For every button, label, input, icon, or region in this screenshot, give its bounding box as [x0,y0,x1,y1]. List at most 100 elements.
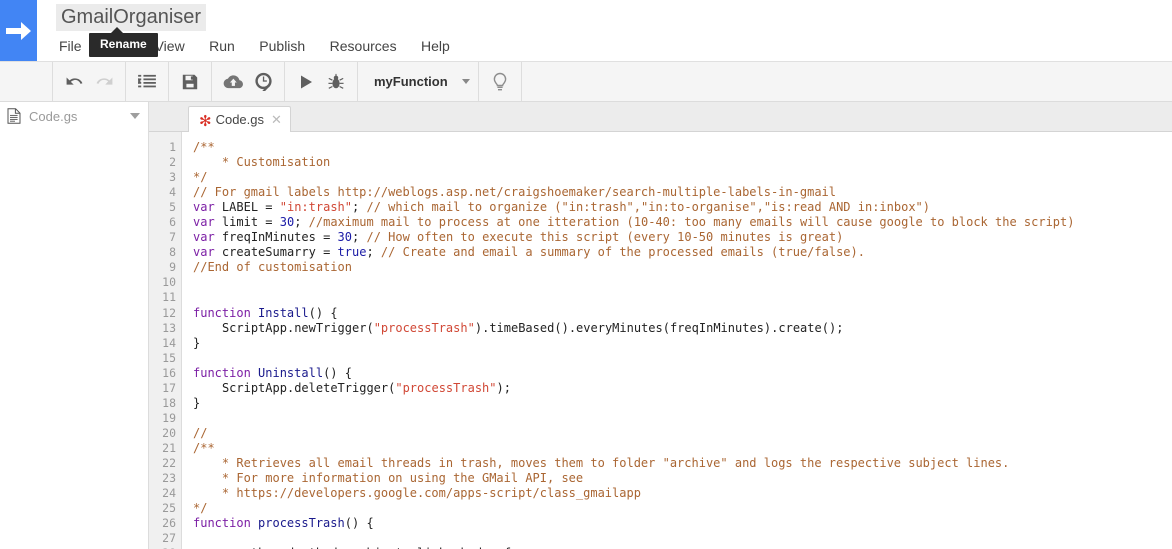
page-title[interactable]: GmailOrganiser [56,4,207,31]
sidebar-item-code-gs[interactable]: Code.gs [0,102,148,130]
line-number: 19 [162,410,176,425]
line-number: 8 [169,245,176,260]
line-number: 27 [162,531,176,546]
code-line: } [193,335,201,350]
function-selector[interactable]: myFunction [358,62,479,101]
menu-publish[interactable]: Publish [249,35,315,57]
lightbulb-icon[interactable] [485,67,515,97]
blue-arrow-logo[interactable] [0,0,37,61]
line-number: 4 [169,185,176,200]
line-number: 20 [162,425,176,440]
line-number: 23 [162,471,176,486]
menu-resources[interactable]: Resources [320,35,407,57]
code-line: */ [193,501,208,516]
code-content[interactable]: /** * Customisation */// For gmail labels… [182,132,1172,549]
line-number: 25 [162,501,176,516]
code-line: * https://developers.google.com/apps-scr… [193,486,641,501]
code-line: var LABEL = "in:trash"; // which mail to… [193,200,930,215]
toolbar-group-save [169,62,212,101]
rename-tooltip: Rename [89,27,158,57]
code-line: /** [193,440,215,455]
line-number: 15 [162,350,176,365]
menu-run[interactable]: Run [199,35,245,57]
clock-icon[interactable] [248,67,278,97]
line-number: 10 [162,275,176,290]
top-bar: GmailOrganiser File Edit View Run Publis… [0,0,1172,62]
menu-help[interactable]: Help [411,35,460,57]
close-icon[interactable]: ✕ [271,113,282,126]
unsaved-asterisk-icon: ✻ [199,112,212,130]
code-line: * Customisation [193,155,331,170]
toolbar-group-history [52,62,126,101]
line-number: 17 [162,380,176,395]
toolbar-group-tips [479,62,522,101]
line-number: 2 [169,155,176,170]
menu-file[interactable]: File [56,35,92,57]
redo-icon[interactable] [89,67,119,97]
line-number: 7 [169,230,176,245]
undo-icon[interactable] [59,67,89,97]
line-number: 6 [169,215,176,230]
code-editor[interactable]: 1 2 3 4 5 6 7 8 9 10 11 12 13 14 15 16 17 18 19 20 21 22 23 24 2… [149,132,1172,549]
line-number: 21 [162,440,176,455]
tooltip-arrow [111,27,123,33]
code-line: function Uninstall() { [193,365,352,380]
code-line: // For gmail labels http://weblogs.asp.n… [193,185,836,200]
line-number: 16 [162,365,176,380]
indent-icon[interactable] [132,67,162,97]
file-sidebar: Code.gs [0,102,149,549]
code-line: // [193,425,208,440]
line-number: 5 [169,200,176,215]
code-line: ScriptApp.deleteTrigger("processTrash"); [221,380,511,395]
code-line: var limit = 30; //maximum mail to proces… [193,215,1075,230]
code-line: } [193,395,201,410]
code-line: var createSumarry = true; // Create and … [193,245,865,260]
line-number: 14 [162,335,176,350]
sidebar-item-label: Code.gs [29,108,78,124]
file-document-icon [7,108,21,124]
line-number: 24 [162,486,176,501]
chevron-down-icon [461,79,470,84]
line-number: 12 [162,305,176,320]
line-number: 22 [162,455,176,470]
line-number: 11 [162,290,176,305]
cloud-upload-icon[interactable] [218,67,248,97]
line-number-gutter: 1 2 3 4 5 6 7 8 9 10 11 12 13 14 15 16 17 18 19 20 21 22 23 24 2… [149,132,182,549]
tooltip-label: Rename [100,37,147,51]
tab-label: Code.gs [215,112,264,127]
toolbar-group-format [126,62,169,101]
workspace: Code.gs ✻ Code.gs ✕ 1 2 3 4 5 6 7 8 9 10 11 12 13 14 1… [0,102,1172,549]
line-number: 3 [169,170,176,185]
code-line: */ [193,170,208,185]
line-number: 9 [169,260,176,275]
editor-pane: ✻ Code.gs ✕ 1 2 3 4 5 6 7 8 9 10 11 12 13 14 15 16 17 18 1… [149,102,1172,549]
tab-code-gs[interactable]: ✻ Code.gs ✕ [188,106,291,132]
title-block: GmailOrganiser [56,4,207,31]
code-line: var freqInMinutes = 30; // How often to … [193,230,844,245]
line-number: 26 [162,516,176,531]
code-line: ScriptApp.newTrigger("processTrash").tim… [221,320,844,335]
code-line: * Retrieves all email threads in trash, … [193,455,1010,470]
code-line: function processTrash() { [193,516,374,531]
code-line: * For more information on using the GMai… [193,471,584,486]
code-line: //End of customisation [193,260,352,275]
run-icon[interactable] [291,67,321,97]
code-line: /** [193,140,215,154]
line-number: 13 [162,320,176,335]
line-number: 18 [162,395,176,410]
function-selector-value: myFunction [374,74,448,89]
save-icon[interactable] [175,67,205,97]
debug-bug-icon[interactable] [321,67,351,97]
toolbar: myFunction [0,62,1172,102]
line-number: 1 [169,140,176,154]
chevron-down-icon[interactable] [130,113,140,119]
code-line: function Install() { [193,305,338,320]
toolbar-group-deploy [212,62,285,101]
editor-tabstrip: ✻ Code.gs ✕ [149,102,1172,132]
toolbar-group-run [285,62,358,101]
